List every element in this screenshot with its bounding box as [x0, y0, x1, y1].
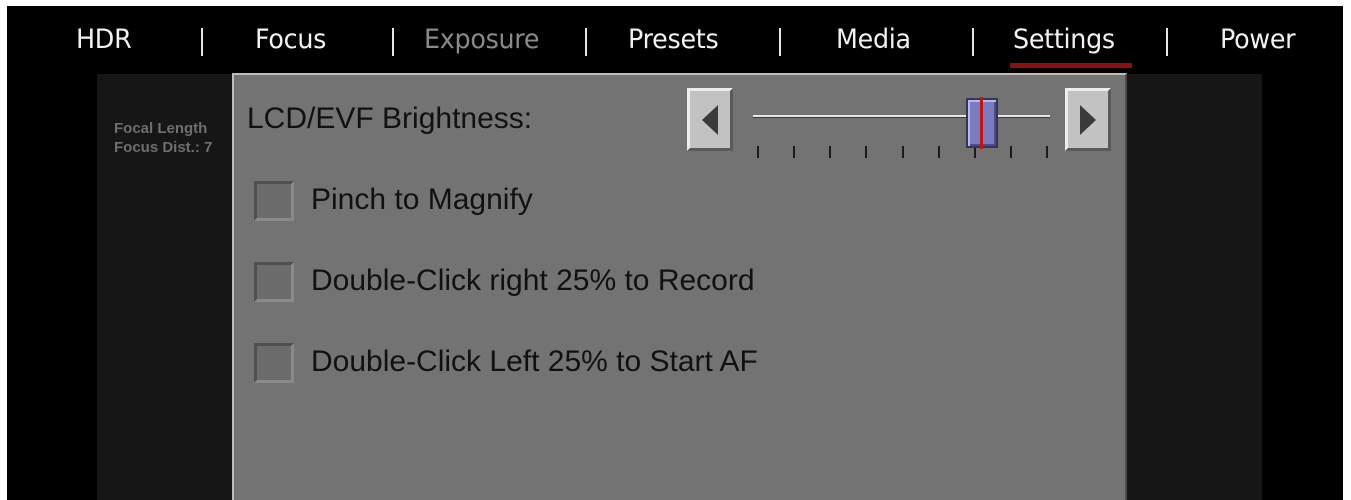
brightness-decrease-button[interactable] [687, 88, 733, 151]
tab-exposure[interactable]: Exposure [424, 20, 540, 60]
focal-length-text: Focal Length [114, 120, 208, 137]
tab-media[interactable]: Media [836, 20, 911, 60]
selected-tab-underline [1010, 63, 1132, 68]
triangle-right-icon [1080, 104, 1096, 135]
menu-separator [1166, 28, 1168, 56]
slider-tick [1009, 146, 1012, 158]
slider-tick [829, 146, 832, 158]
lens-info-overlay: Focal Length Focus Dist.: 7 [114, 119, 212, 157]
brightness-slider[interactable] [753, 85, 1053, 165]
camera-screen: Focal Length Focus Dist.: 7 HDR Focus Ex… [7, 6, 1343, 500]
tab-hdr[interactable]: HDR [76, 20, 132, 60]
tab-presets[interactable]: Presets [628, 20, 719, 60]
menu-separator [972, 28, 974, 56]
slider-track [753, 115, 1050, 118]
checkbox[interactable] [254, 262, 294, 302]
option-label: Double-Click right 25% to Record [311, 264, 755, 297]
checkbox[interactable] [254, 181, 294, 221]
slider-tick [793, 146, 796, 158]
tab-power[interactable]: Power [1220, 20, 1296, 60]
tab-focus[interactable]: Focus [255, 20, 326, 60]
menu-separator [201, 28, 203, 56]
slider-tick [937, 146, 940, 158]
brightness-label: LCD/EVF Brightness: [247, 102, 533, 135]
option-label: Pinch to Magnify [311, 183, 533, 216]
slider-tick [865, 146, 868, 158]
focus-dist-text: Focus Dist.: 7 [114, 139, 213, 156]
checkbox[interactable] [254, 343, 294, 383]
brightness-increase-button[interactable] [1065, 88, 1111, 151]
menu-separator [779, 28, 781, 56]
triangle-left-icon [702, 104, 718, 135]
slider-thumb[interactable] [966, 97, 999, 149]
slider-tick [1046, 146, 1048, 158]
option-label: Double-Click Left 25% to Start AF [311, 345, 758, 378]
slider-indicator-line [980, 97, 984, 149]
slider-tick [757, 146, 759, 158]
menu-separator [392, 28, 394, 56]
settings-panel: LCD/EVF Brightness: Pinch to Magnify Dou… [232, 73, 1127, 500]
tab-settings[interactable]: Settings [1013, 20, 1115, 60]
menu-separator [585, 28, 587, 56]
top-menu-bar: HDR Focus Exposure Presets Media Setting… [7, 6, 1343, 74]
slider-tick [901, 146, 904, 158]
